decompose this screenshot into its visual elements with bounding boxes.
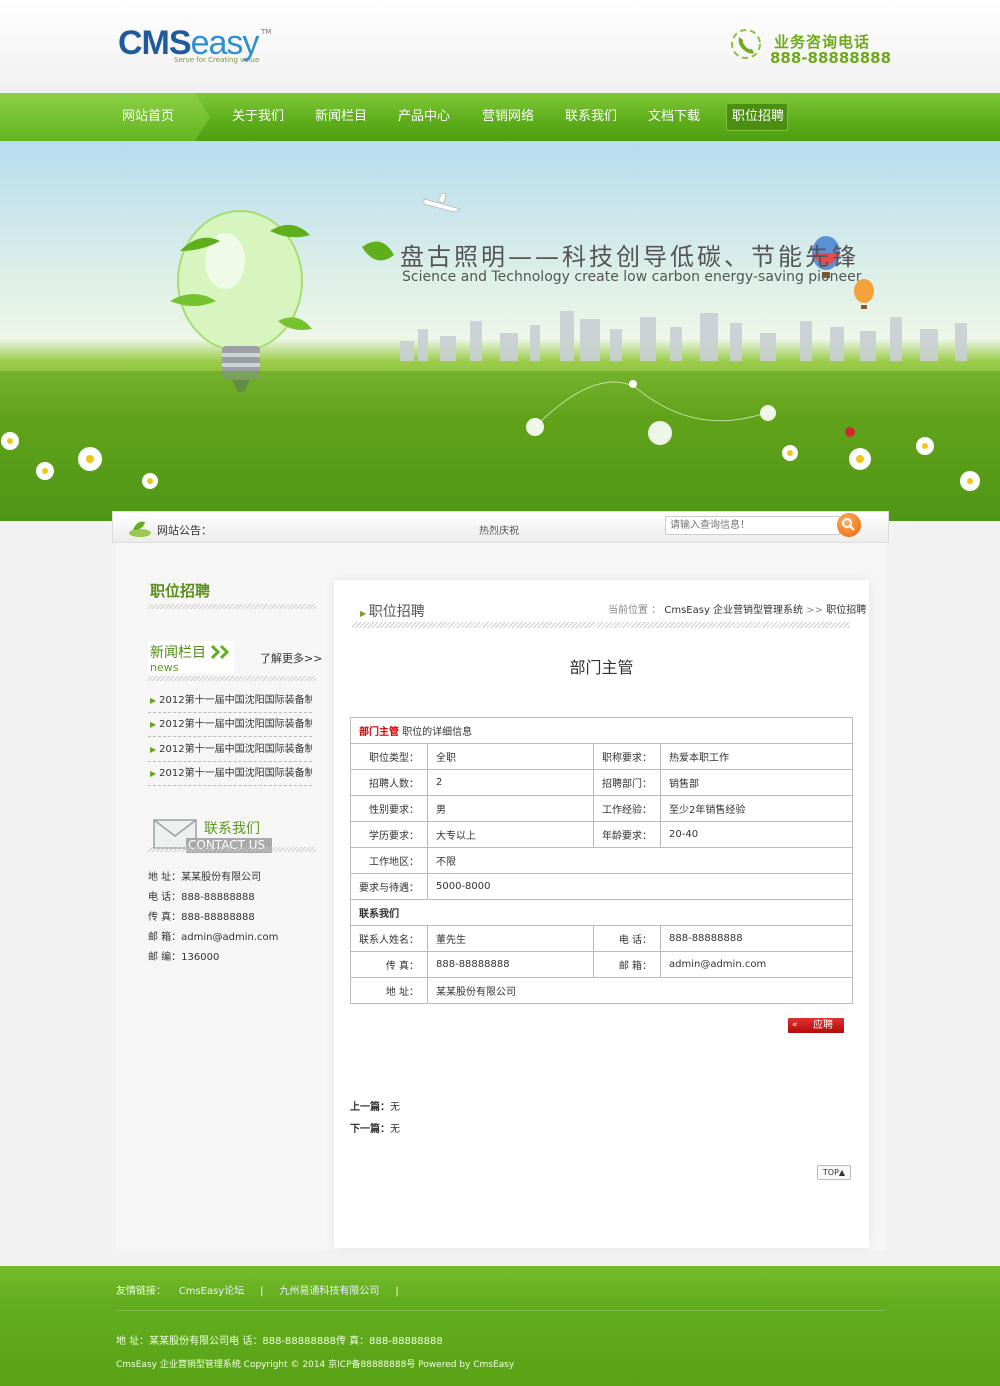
- news-title-cn: 新闻栏目: [150, 645, 206, 661]
- news-section-header: 新闻栏目 news: [148, 641, 234, 674]
- table-row: 性别要求： 男 工作经验： 至少2年销售经验: [350, 795, 853, 822]
- leaf-icon: [362, 241, 394, 261]
- search-button[interactable]: [837, 513, 861, 537]
- site-logo[interactable]: CMSeasy TM Serve for Creating value: [118, 26, 278, 68]
- breadcrumb: 当前位置 ： CmsEasy 企业营销型管理系统 >> 职位招聘: [608, 605, 867, 616]
- table-row: 工作地区： 不限: [350, 847, 853, 874]
- sidebar-title: 职位招聘: [150, 582, 211, 600]
- detail-heading: 部门主管 职位的详细信息: [350, 717, 853, 744]
- table-row: 招聘人数： 2 招聘部门： 销售部: [350, 769, 853, 796]
- banner-illustration: [0, 192, 1000, 521]
- table-row: 传 真： 888-88888888 邮 箱： admin@admin.com: [350, 951, 853, 978]
- notice-text[interactable]: 热烈庆祝: [479, 522, 519, 537]
- nav-item-home[interactable]: 网站首页: [122, 107, 174, 127]
- phone-icon: [731, 29, 761, 59]
- banner: 盘古照明——科技创导低碳、节能先锋 Science and Technology…: [0, 141, 1000, 521]
- double-chevron-icon: [210, 644, 230, 660]
- news-divider: [148, 676, 316, 681]
- news-more-link[interactable]: 了解更多>>: [260, 650, 322, 666]
- phone-contact: 业务咨询电话 888-88888888: [730, 27, 891, 69]
- table-row: 职位类型： 全职 职称要求： 热爱本职工作: [350, 743, 853, 770]
- breadcrumb-site-link[interactable]: CmsEasy 企业营销型管理系统: [664, 605, 803, 616]
- sidebar-divider: [148, 604, 316, 609]
- bullet-arrow-icon: ▶: [150, 745, 157, 754]
- table-row: 学历要求： 大专以上 年龄要求： 20-40: [350, 821, 853, 848]
- logo-slogan: Serve for Creating value: [174, 56, 260, 64]
- prev-article[interactable]: 上一篇：无: [350, 1098, 400, 1113]
- job-title: 部门主管: [569, 658, 634, 677]
- bullet-arrow-icon: ▶: [150, 720, 157, 729]
- friend-link-forum[interactable]: CmsEasy论坛: [179, 1286, 245, 1297]
- lightbulb-illustration: [170, 210, 312, 392]
- back-to-top-button[interactable]: TOP▲: [817, 1165, 851, 1180]
- table-row: 联系人姓名： 董先生 电 话： 888-88888888: [350, 925, 853, 952]
- friend-link-company[interactable]: 九州易通科技有限公司: [279, 1286, 379, 1297]
- search-input[interactable]: [665, 516, 840, 535]
- news-title-en: news: [150, 661, 179, 674]
- phone-number: 888-88888888: [770, 49, 892, 67]
- nav-item-jobs[interactable]: 职位招聘: [732, 107, 784, 127]
- bullet-arrow-icon: ▶: [150, 769, 157, 778]
- banner-subtitle: Science and Technology create low carbon…: [402, 269, 862, 285]
- banner-title: 盘古照明——科技创导低碳、节能先锋: [400, 243, 859, 271]
- footer-divider: [116, 1310, 886, 1311]
- content-title: ▶ 职位招聘: [360, 604, 425, 620]
- footer-address: 地 址：某某股份有限公司电 话：888-88888888传 真：888-8888…: [116, 1336, 443, 1347]
- double-left-arrow-icon: «: [792, 1020, 798, 1030]
- footer-copyright: CmsEasy 企业营销型管理系统 Copyright © 2014 京ICP备…: [116, 1360, 515, 1370]
- contact-fax: 传 真：888-88888888: [148, 912, 255, 923]
- airplane-icon: [423, 192, 461, 213]
- contact-heading: 联系我们: [350, 899, 853, 926]
- friend-links: 友情链接： CmsEasy论坛 | 九州易通科技有限公司 |: [116, 1286, 399, 1297]
- news-list-item[interactable]: ▶2012第十一届中国沈阳国际装备制造业博览会: [148, 689, 312, 713]
- breadcrumb-current[interactable]: 职位招聘: [826, 605, 866, 616]
- nav-item-downloads[interactable]: 文档下载: [648, 107, 700, 127]
- nav-item-products[interactable]: 产品中心: [398, 107, 450, 127]
- nav-home-highlight: [0, 93, 210, 141]
- table-row: 地 址： 某某股份有限公司: [350, 977, 853, 1004]
- next-article[interactable]: 下一篇：无: [350, 1120, 400, 1135]
- ladybug-icon: [845, 427, 855, 437]
- contact-postcode: 邮 编：136000: [148, 952, 220, 963]
- search-icon: [842, 518, 855, 531]
- logo-trademark: TM: [261, 28, 272, 36]
- header: CMSeasy TM Serve for Creating value 业务咨询…: [0, 0, 1000, 93]
- job-detail-table: 部门主管 职位的详细信息 职位类型： 全职 职称要求： 热爱本职工作 招聘人数：…: [350, 717, 853, 1004]
- contact-address: 地 址：某某股份有限公司: [148, 872, 262, 883]
- apply-button[interactable]: « 应聘: [788, 1018, 844, 1033]
- title-arrow-icon: ▶: [360, 609, 369, 618]
- news-list-item[interactable]: ▶2012第十一届中国沈阳国际装备制造业博览会: [148, 762, 312, 786]
- notice-label: 网站公告：: [157, 524, 212, 537]
- news-list-item[interactable]: ▶2012第十一届中国沈阳国际装备制造业博览会: [148, 738, 312, 762]
- contact-divider: [148, 847, 316, 852]
- table-row: 要求与待遇： 5000-8000: [350, 873, 853, 900]
- nav-item-network[interactable]: 营销网络: [482, 107, 534, 127]
- nav-item-about[interactable]: 关于我们: [232, 107, 284, 127]
- nav-item-news[interactable]: 新闻栏目: [315, 107, 367, 127]
- contact-title-cn: 联系我们: [204, 821, 260, 837]
- logo-wordmark: CMSeasy: [118, 24, 259, 62]
- nav-item-contact[interactable]: 联系我们: [565, 107, 617, 127]
- contact-phone: 电 话：888-88888888: [148, 892, 255, 903]
- news-list-item[interactable]: ▶2012第十一届中国沈阳国际装备制造业博览会: [148, 713, 312, 737]
- notice-bar: 网站公告： 热烈庆祝: [112, 511, 889, 543]
- contact-email: 邮 箱：admin@admin.com: [148, 932, 279, 943]
- content-divider: [352, 622, 850, 628]
- bullet-arrow-icon: ▶: [150, 696, 157, 705]
- announcement-icon: [129, 521, 151, 537]
- main-nav: 网站首页 关于我们 新闻栏目 产品中心 营销网络 联系我们 文档下载 职位招聘: [0, 93, 1000, 141]
